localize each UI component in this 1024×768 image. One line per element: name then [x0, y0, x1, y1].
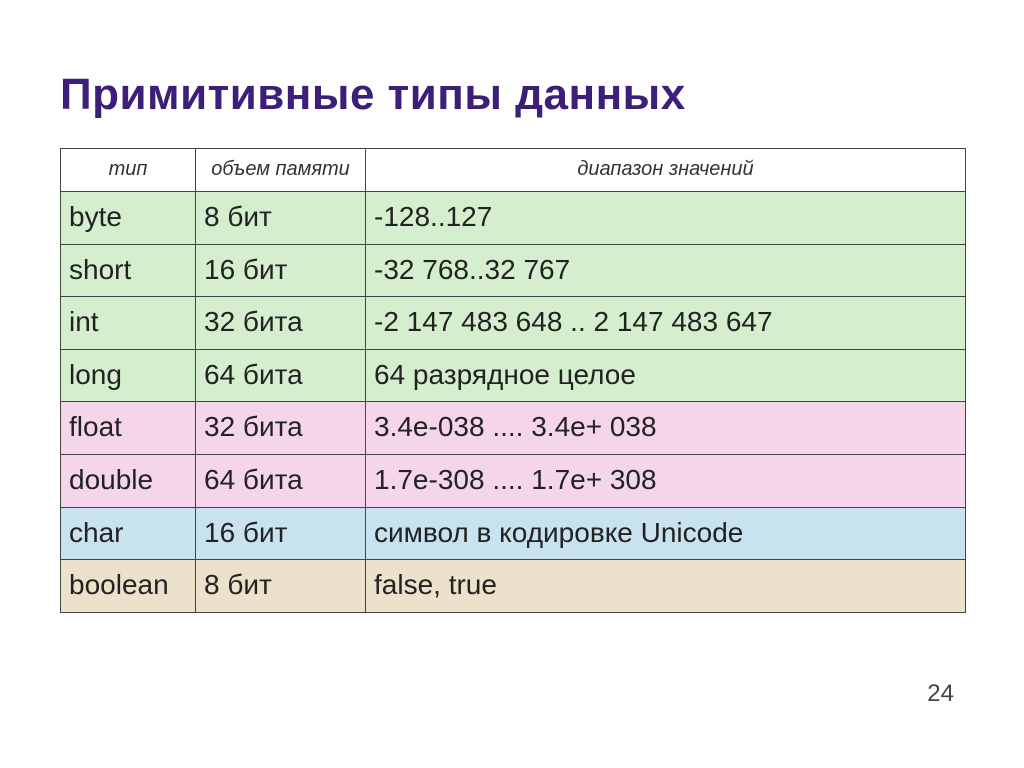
cell-type: float [61, 402, 196, 455]
cell-size: 8 бит [196, 192, 366, 245]
cell-type: double [61, 454, 196, 507]
cell-size: 32 бита [196, 402, 366, 455]
table-row: char 16 бит символ в кодировке Unicode [61, 507, 966, 560]
cell-range: 1.7e-308 .... 1.7e+ 308 [366, 454, 966, 507]
table-row: byte 8 бит -128..127 [61, 192, 966, 245]
slide: Примитивные типы данных тип объем памяти… [0, 0, 1024, 768]
cell-type: short [61, 244, 196, 297]
cell-range: -128..127 [366, 192, 966, 245]
slide-title: Примитивные типы данных [60, 70, 964, 120]
header-type: тип [61, 149, 196, 192]
cell-range: 64 разрядное целое [366, 349, 966, 402]
cell-size: 16 бит [196, 244, 366, 297]
cell-range: -32 768..32 767 [366, 244, 966, 297]
header-range: диапазон значений [366, 149, 966, 192]
cell-type: byte [61, 192, 196, 245]
table-header-row: тип объем памяти диапазон значений [61, 149, 966, 192]
cell-size: 16 бит [196, 507, 366, 560]
cell-type: int [61, 297, 196, 350]
cell-range: false, true [366, 560, 966, 613]
table-row: double 64 бита 1.7e-308 .... 1.7e+ 308 [61, 454, 966, 507]
cell-range: символ в кодировке Unicode [366, 507, 966, 560]
datatypes-table: тип объем памяти диапазон значений byte … [60, 148, 966, 613]
table-row: float 32 бита 3.4e-038 .... 3.4e+ 038 [61, 402, 966, 455]
cell-size: 64 бита [196, 349, 366, 402]
header-size: объем памяти [196, 149, 366, 192]
cell-size: 64 бита [196, 454, 366, 507]
table-row: boolean 8 бит false, true [61, 560, 966, 613]
cell-range: 3.4e-038 .... 3.4e+ 038 [366, 402, 966, 455]
cell-range: -2 147 483 648 .. 2 147 483 647 [366, 297, 966, 350]
cell-type: char [61, 507, 196, 560]
cell-size: 32 бита [196, 297, 366, 350]
cell-size: 8 бит [196, 560, 366, 613]
cell-type: boolean [61, 560, 196, 613]
table-row: long 64 бита 64 разрядное целое [61, 349, 966, 402]
table-row: short 16 бит -32 768..32 767 [61, 244, 966, 297]
cell-type: long [61, 349, 196, 402]
page-number: 24 [927, 680, 954, 708]
table-row: int 32 бита -2 147 483 648 .. 2 147 483 … [61, 297, 966, 350]
